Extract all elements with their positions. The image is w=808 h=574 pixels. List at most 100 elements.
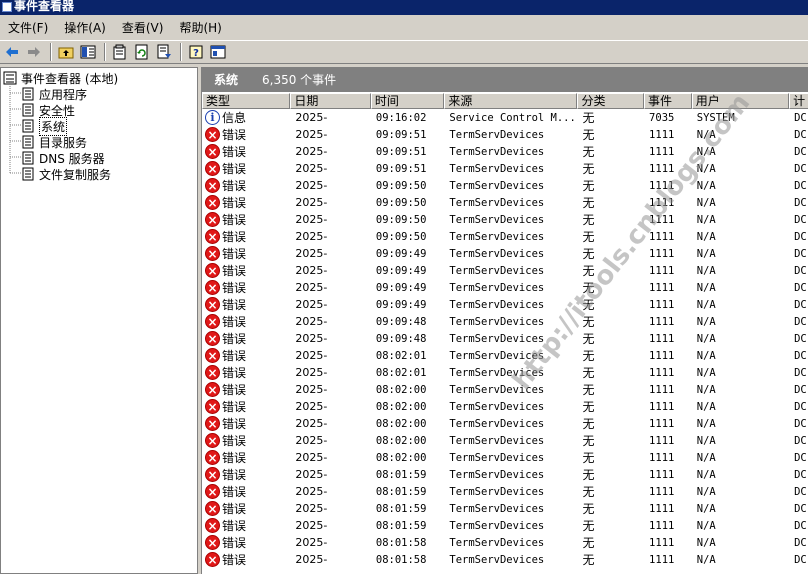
error-icon: × bbox=[205, 263, 220, 278]
column-header-source[interactable]: 来源 bbox=[444, 93, 578, 109]
table-row[interactable]: × 错误 2025- 08:01:58 TermServDevices 无 1111 N/A D… bbox=[202, 534, 808, 551]
table-row[interactable]: × 错误 2025- 09:09:50 TermServDevices 无 1111 N/A D… bbox=[202, 211, 808, 228]
cell-user: N/A bbox=[696, 383, 716, 396]
menu-file[interactable]: 文件(F) bbox=[2, 19, 54, 36]
show-hide-tree-icon[interactable] bbox=[78, 42, 98, 62]
table-row[interactable]: × 错误 2025- 08:01:59 TermServDevices 无 1111 N/A D… bbox=[202, 483, 808, 500]
table-row[interactable]: × 错误 2025- 09:09:50 TermServDevices 无 1111 N/A D… bbox=[202, 177, 808, 194]
table-row[interactable]: × 错误 2025- 09:09:49 TermServDevices 无 1111 N/A D… bbox=[202, 245, 808, 262]
cell-event: 1111 bbox=[649, 264, 675, 277]
table-row[interactable]: × 错误 2025- 09:09:48 TermServDevices 无 1111 N/A D… bbox=[202, 330, 808, 347]
cell-source: TermServDevices bbox=[449, 400, 545, 413]
properties-icon[interactable] bbox=[110, 42, 130, 62]
table-row[interactable]: × 错误 2025- 09:09:51 TermServDevices 无 1111 N/A D… bbox=[202, 160, 808, 177]
cell-source: TermServDevices bbox=[449, 128, 545, 141]
table-row[interactable]: × 错误 2025- 09:09:48 TermServDevices 无 1111 N/A D… bbox=[202, 313, 808, 330]
event-count: 6,350 个事件 bbox=[262, 73, 337, 87]
table-row[interactable]: × 错误 2025- 08:01:59 TermServDevices 无 1111 N/A D… bbox=[202, 517, 808, 534]
table-row[interactable]: × 错误 2025- 08:02:01 TermServDevices 无 1111 N/A D… bbox=[202, 364, 808, 381]
table-row[interactable]: × 错误 2025- 09:09:51 TermServDevices 无 1111 N/A D… bbox=[202, 126, 808, 143]
column-header-type[interactable]: 类型 bbox=[202, 93, 291, 109]
back-arrow-icon[interactable] bbox=[2, 42, 22, 62]
table-row[interactable]: × 错误 2025- 09:09:49 TermServDevices 无 1111 N/A D… bbox=[202, 296, 808, 313]
cell-source: TermServDevices bbox=[449, 485, 545, 498]
cell-category: 无 bbox=[582, 162, 595, 176]
cell-type: × 错误 bbox=[202, 415, 290, 432]
table-row[interactable]: × 错误 2025- 08:01:58 TermServDevices 无 1111 N/A D… bbox=[202, 551, 808, 568]
cell-computer: DC bbox=[794, 298, 807, 311]
cell-category: 无 bbox=[582, 247, 595, 261]
cell-event: 1111 bbox=[649, 383, 675, 396]
cell-time: 08:01:59 bbox=[375, 519, 427, 532]
cell-source: Service Control M... bbox=[449, 111, 576, 124]
column-header-category[interactable]: 分类 bbox=[577, 93, 645, 109]
cell-type-label: 错误 bbox=[222, 179, 247, 193]
cell-user: N/A bbox=[696, 451, 716, 464]
up-folder-icon[interactable] bbox=[56, 42, 76, 62]
cell-time: 09:09:50 bbox=[375, 230, 427, 243]
tree-item-system[interactable]: 系统 bbox=[21, 116, 68, 136]
table-row[interactable]: × 错误 2025- 09:09:50 TermServDevices 无 1111 N/A D… bbox=[202, 228, 808, 245]
error-icon: × bbox=[205, 535, 220, 550]
cell-type: × 错误 bbox=[202, 160, 290, 177]
cell-computer: DC bbox=[794, 111, 807, 124]
error-icon: × bbox=[205, 450, 220, 465]
column-header-user[interactable]: 用户 bbox=[691, 93, 790, 109]
table-row[interactable]: × 错误 2025- 08:02:00 TermServDevices 无 1111 N/A D… bbox=[202, 449, 808, 466]
cell-type-label: 错误 bbox=[222, 196, 247, 210]
cell-date: 2025- bbox=[295, 485, 328, 498]
cell-source: TermServDevices bbox=[449, 502, 545, 515]
menu-action[interactable]: 操作(A) bbox=[58, 19, 112, 36]
table-row[interactable]: × 错误 2025- 08:02:00 TermServDevices 无 1111 N/A D… bbox=[202, 432, 808, 449]
tree-item-file-replication[interactable]: 文件复制服务 bbox=[21, 166, 111, 182]
cell-event: 1111 bbox=[649, 196, 675, 209]
refresh-icon[interactable] bbox=[132, 42, 152, 62]
cell-time: 08:01:58 bbox=[375, 536, 427, 549]
menu-help[interactable]: 帮助(H) bbox=[173, 19, 227, 36]
cell-type: × 错误 bbox=[202, 279, 290, 296]
cell-user: N/A bbox=[696, 519, 716, 532]
table-row[interactable]: × 错误 2025- 08:01:59 TermServDevices 无 1111 N/A D… bbox=[202, 466, 808, 483]
export-list-icon[interactable] bbox=[154, 42, 174, 62]
cell-computer: DC bbox=[794, 400, 807, 413]
cell-date: 2025- bbox=[295, 298, 328, 311]
log-icon bbox=[22, 151, 34, 165]
cell-type: × 错误 bbox=[202, 313, 290, 330]
cell-computer: DC bbox=[794, 553, 807, 566]
tree-item-dns-server[interactable]: DNS 服务器 bbox=[21, 150, 105, 166]
cell-user: N/A bbox=[696, 332, 716, 345]
table-row[interactable]: × 错误 2025- 08:02:00 TermServDevices 无 1111 N/A D… bbox=[202, 381, 808, 398]
cell-type-label: 错误 bbox=[222, 383, 247, 397]
table-row[interactable]: × 错误 2025- 08:02:00 TermServDevices 无 1111 N/A D… bbox=[202, 415, 808, 432]
cell-type: × 错误 bbox=[202, 126, 290, 143]
forward-arrow-icon[interactable] bbox=[24, 42, 44, 62]
tree-item-application[interactable]: 应用程序 bbox=[21, 86, 87, 102]
column-header-computer[interactable]: 计 bbox=[789, 93, 808, 109]
error-icon: × bbox=[205, 127, 220, 142]
table-row[interactable]: × 错误 2025- 09:09:49 TermServDevices 无 1111 N/A D… bbox=[202, 262, 808, 279]
cell-user: SYSTEM bbox=[696, 111, 735, 124]
cell-type: × 错误 bbox=[202, 143, 290, 160]
menu-view[interactable]: 查看(V) bbox=[116, 19, 170, 36]
table-row[interactable]: × 错误 2025- 09:09:51 TermServDevices 无 1111 N/A D… bbox=[202, 143, 808, 160]
table-row[interactable]: × 错误 2025- 08:02:01 TermServDevices 无 1111 N/A D… bbox=[202, 347, 808, 364]
table-row[interactable]: × 错误 2025- 09:09:49 TermServDevices 无 1111 N/A D… bbox=[202, 279, 808, 296]
cell-type: × 错误 bbox=[202, 194, 290, 211]
column-header-date[interactable]: 日期 bbox=[290, 93, 371, 109]
cell-category: 无 bbox=[582, 366, 595, 380]
tree-item-directory-service[interactable]: 目录服务 bbox=[21, 134, 87, 150]
table-row[interactable]: × 错误 2025- 08:01:59 TermServDevices 无 1111 N/A D… bbox=[202, 500, 808, 517]
help-icon[interactable]: ? bbox=[186, 42, 206, 62]
console-icon[interactable] bbox=[208, 42, 228, 62]
cell-event: 1111 bbox=[649, 281, 675, 294]
menu-bar: 文件(F) 操作(A) 查看(V) 帮助(H) bbox=[0, 17, 808, 38]
column-header-time[interactable]: 时间 bbox=[370, 93, 445, 109]
cell-category: 无 bbox=[582, 349, 595, 363]
column-header-event[interactable]: 事件 bbox=[644, 93, 692, 109]
cell-type: × 错误 bbox=[202, 483, 290, 500]
table-row[interactable]: × 错误 2025- 09:09:50 TermServDevices 无 1111 N/A D… bbox=[202, 194, 808, 211]
table-row[interactable]: × 错误 2025- 08:02:00 TermServDevices 无 1111 N/A D… bbox=[202, 398, 808, 415]
cell-type-label: 错误 bbox=[222, 162, 247, 176]
table-row[interactable]: i 信息 2025- 09:16:02 Service Control M... 无 703… bbox=[202, 109, 808, 126]
error-icon: × bbox=[205, 195, 220, 210]
